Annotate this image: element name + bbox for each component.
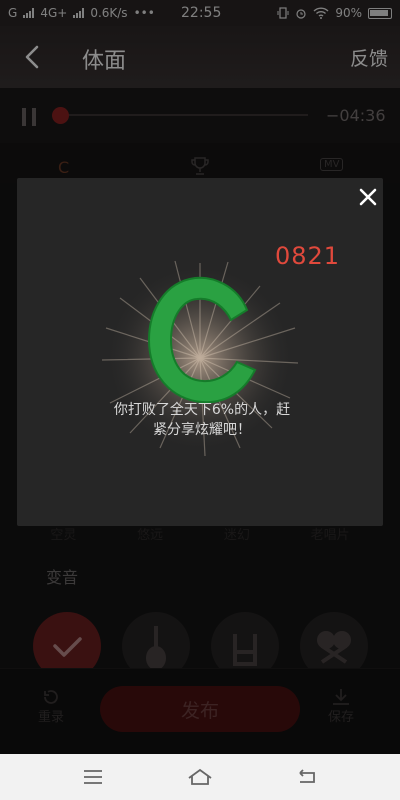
progress-track[interactable]	[60, 114, 308, 116]
clock: 22:55	[181, 5, 222, 21]
rerecord-label: 重录	[38, 710, 65, 725]
home-icon[interactable]	[187, 768, 213, 786]
tab-mv[interactable]: MV	[320, 158, 344, 171]
effect-label[interactable]: 空灵	[50, 524, 76, 543]
more-dots: •••	[133, 6, 155, 20]
net-speed: 0.6K/s	[90, 6, 128, 20]
menu-icon[interactable]	[82, 769, 104, 785]
time-remaining: −04:36	[326, 106, 386, 125]
back-nav-icon[interactable]	[296, 769, 318, 785]
effect-label[interactable]: 迷幻	[224, 524, 250, 543]
score-modal: 0821 你打败了全天下6%的人，赶紧分享炫耀吧！	[17, 178, 383, 526]
trophy-icon[interactable]	[190, 156, 210, 176]
back-arrow-icon[interactable]	[18, 42, 48, 72]
effect-label[interactable]: 悠远	[137, 524, 163, 543]
result-message: 你打败了全天下6%的人，赶紧分享炫耀吧！	[113, 402, 291, 438]
status-bar: G 4G+ 0.6K/s ••• 22:55 90%	[0, 0, 400, 26]
battery-icon	[368, 7, 392, 19]
pause-icon[interactable]	[22, 108, 36, 126]
progress-knob[interactable]	[52, 107, 69, 124]
feedback-button[interactable]: 反馈	[350, 44, 388, 71]
rerecord-button[interactable]: 重录	[38, 688, 64, 725]
effect-label[interactable]: 老唱片	[311, 524, 350, 543]
carrier-label: G	[8, 6, 18, 20]
grade-badge	[147, 276, 257, 404]
wifi-icon	[313, 7, 329, 19]
effect-labels-row: 空灵 悠远 迷幻 老唱片	[0, 524, 400, 543]
system-nav-bar	[0, 754, 400, 800]
signal-icon-2	[73, 8, 85, 18]
publish-button[interactable]: 发布	[100, 686, 300, 732]
voice-change-title: 变音	[46, 568, 79, 587]
vibrate-icon	[277, 7, 289, 19]
signal-icon	[23, 8, 35, 18]
save-button[interactable]: 保存	[328, 688, 354, 725]
page-title: 体面	[82, 49, 127, 74]
save-label: 保存	[328, 710, 355, 725]
tab-grade[interactable]: C	[58, 158, 69, 177]
close-icon[interactable]	[355, 184, 381, 210]
download-icon	[333, 689, 349, 705]
alarm-icon	[296, 9, 306, 19]
battery-percent: 90%	[335, 6, 362, 20]
app-header: 体面 反馈	[0, 26, 400, 88]
network-label: 4G+	[40, 6, 68, 20]
rerecord-icon	[44, 690, 58, 704]
